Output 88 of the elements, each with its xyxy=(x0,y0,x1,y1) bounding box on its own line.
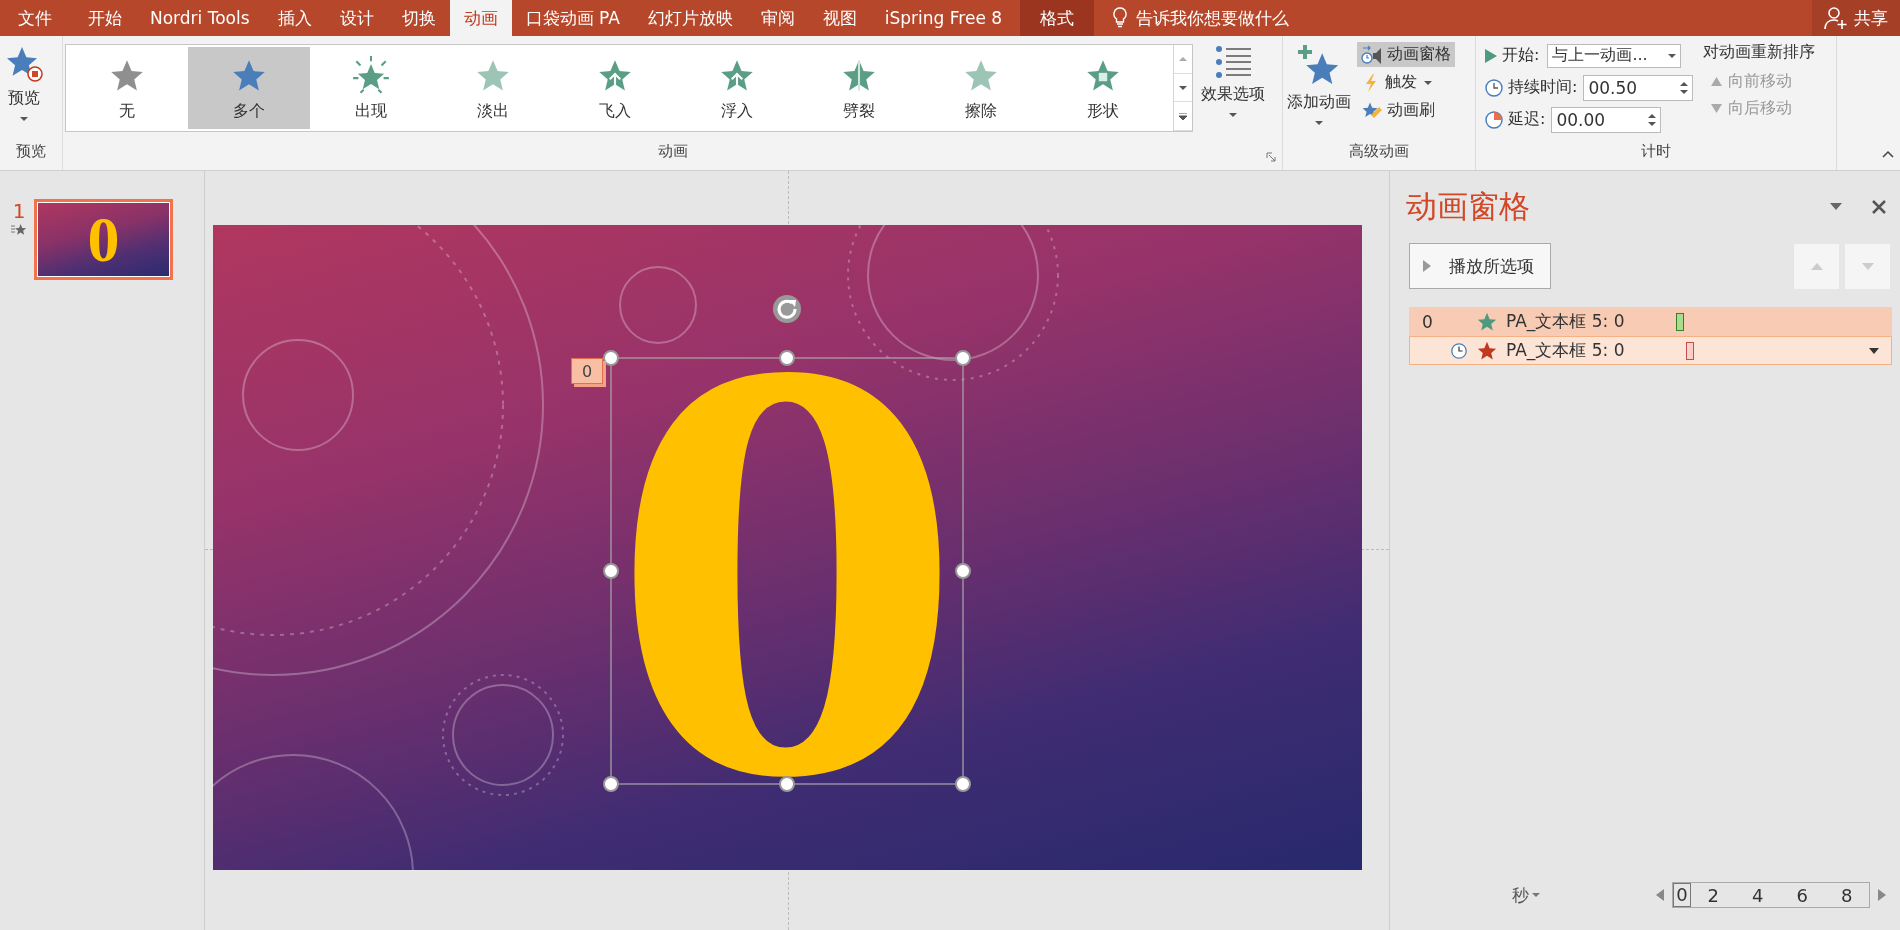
triangle-up-icon xyxy=(1810,262,1823,270)
timing-bar xyxy=(1676,312,1684,331)
caret-icon xyxy=(1668,53,1677,58)
triangle-up-icon xyxy=(1179,56,1187,61)
play-selected-button[interactable]: 播放所选项 xyxy=(1409,243,1551,289)
ribbon-tab[interactable]: 审阅 xyxy=(746,0,809,36)
ribbon-tab[interactable]: 开始 xyxy=(74,0,136,36)
triangle-down-icon xyxy=(1711,104,1723,113)
clock-icon xyxy=(1484,77,1504,98)
animation-index: 0 xyxy=(1421,311,1434,332)
delay-label: 延迟: xyxy=(1508,109,1546,130)
collapse-ribbon-icon[interactable] xyxy=(1882,150,1894,158)
scroll-right-icon[interactable] xyxy=(1878,889,1886,901)
start-dropdown[interactable]: 与上一动画... xyxy=(1547,43,1682,68)
thumbnail-text: 0 xyxy=(87,207,120,272)
ribbon-tab[interactable]: 文件 xyxy=(0,0,74,36)
animation-list-item[interactable]: 0 PA_文本框 5: 0 xyxy=(1409,307,1892,336)
scroll-left-icon[interactable] xyxy=(1656,889,1664,901)
triangle-down-icon xyxy=(1861,262,1874,270)
ribbon-tab[interactable]: 视图 xyxy=(808,0,871,36)
lightbulb-icon xyxy=(1112,7,1129,29)
more-caret-icon xyxy=(1179,112,1187,120)
bullet-list-icon xyxy=(1213,44,1253,80)
ribbon-tab[interactable]: 切换 xyxy=(387,0,450,36)
animation-list-item[interactable]: PA_文本框 5: 0 xyxy=(1409,336,1892,365)
ribbon-tab[interactable]: 格式 xyxy=(1020,0,1095,36)
animation-name: PA_文本框 5: 0 xyxy=(1506,339,1626,362)
caret-icon xyxy=(1315,121,1323,125)
effect-option[interactable]: 无 xyxy=(66,47,188,129)
timeline-tick: 4 xyxy=(1751,884,1765,906)
effect-option[interactable]: 擦除 xyxy=(920,47,1042,129)
preview-button[interactable]: 预览 xyxy=(0,42,48,123)
delay-spinner[interactable]: 00.00 xyxy=(1551,106,1662,133)
add-animation-button[interactable]: 添加动画 xyxy=(1283,42,1355,127)
pane-title: 动画窗格 xyxy=(1406,187,1530,226)
timeline-tick: 2 xyxy=(1706,884,1720,906)
caret-icon xyxy=(1229,113,1237,117)
ribbon-tab[interactable]: 口袋动画 PA xyxy=(511,0,634,36)
delay-clock-icon xyxy=(1484,109,1504,130)
group-label: 高级动画 xyxy=(1348,142,1410,162)
effect-option[interactable]: 形状 xyxy=(1042,47,1164,129)
dropdown-caret-icon[interactable] xyxy=(1869,347,1879,354)
share-button[interactable]: 共享 xyxy=(1812,0,1900,36)
ribbon-tab[interactable]: 设计 xyxy=(325,0,388,36)
caret-icon xyxy=(1532,893,1540,897)
dropdown-caret-icon[interactable] xyxy=(1830,203,1842,211)
effect-option[interactable]: 浮入 xyxy=(676,47,798,129)
timeline-tick: 6 xyxy=(1795,884,1809,906)
ribbon-tab[interactable]: 动画 xyxy=(449,0,512,36)
effect-options-button[interactable]: 效果选项 xyxy=(1197,42,1269,119)
duration-spinner[interactable]: 00.50 xyxy=(1583,74,1694,101)
tell-me-field[interactable]: 告诉我你想要做什么 xyxy=(1112,0,1290,36)
dialog-launcher-icon[interactable] xyxy=(1266,152,1276,162)
ribbon-tab[interactable]: iSpring Free 8 xyxy=(870,0,1017,36)
timeline-tick: 8 xyxy=(1840,884,1854,906)
reorder-title: 对动画重新排序 xyxy=(1703,42,1816,63)
effect-option[interactable]: 飞入 xyxy=(554,47,676,129)
person-add-icon xyxy=(1824,6,1848,30)
close-icon[interactable] xyxy=(1872,200,1886,214)
play-icon xyxy=(1484,47,1498,64)
triangle-down-icon xyxy=(1179,85,1187,90)
play-icon xyxy=(1423,260,1431,272)
group-label: 动画 xyxy=(656,142,689,162)
animation-name: PA_文本框 5: 0 xyxy=(1506,310,1626,333)
slide-number: 1 xyxy=(12,199,26,223)
command-button[interactable]: 动画窗格 xyxy=(1357,42,1455,67)
group-label: 预览 xyxy=(15,142,47,162)
time-unit-dropdown[interactable]: 秒 xyxy=(1512,883,1540,907)
duration-label: 持续时间: xyxy=(1508,77,1578,98)
animation-tag[interactable]: 0 xyxy=(571,358,603,384)
effect-option[interactable]: 淡出 xyxy=(432,47,554,129)
effect-option[interactable]: 劈裂 xyxy=(798,47,920,129)
effect-option[interactable]: 出现 xyxy=(310,47,432,129)
command-button[interactable]: 动画刷 xyxy=(1357,98,1455,123)
effect-option[interactable]: 多个 xyxy=(188,47,310,129)
clock-speaker-icon xyxy=(1361,44,1383,65)
timeline-tick: 0 xyxy=(1673,883,1691,907)
group-label: 计时 xyxy=(1640,142,1672,162)
start-label: 开始: xyxy=(1502,45,1540,66)
timing-bar xyxy=(1686,341,1694,360)
ribbon-tab[interactable]: 幻灯片放映 xyxy=(633,0,747,36)
ribbon-tab[interactable]: Nordri Tools xyxy=(136,0,264,36)
command-button[interactable]: 触发 xyxy=(1357,70,1455,95)
caret-icon xyxy=(20,117,28,121)
triangle-up-icon xyxy=(1711,77,1723,86)
slide-thumbnail[interactable]: 0 xyxy=(34,199,173,280)
slide-text[interactable]: 0 xyxy=(607,353,967,785)
ribbon-tab[interactable]: 插入 xyxy=(263,0,326,36)
